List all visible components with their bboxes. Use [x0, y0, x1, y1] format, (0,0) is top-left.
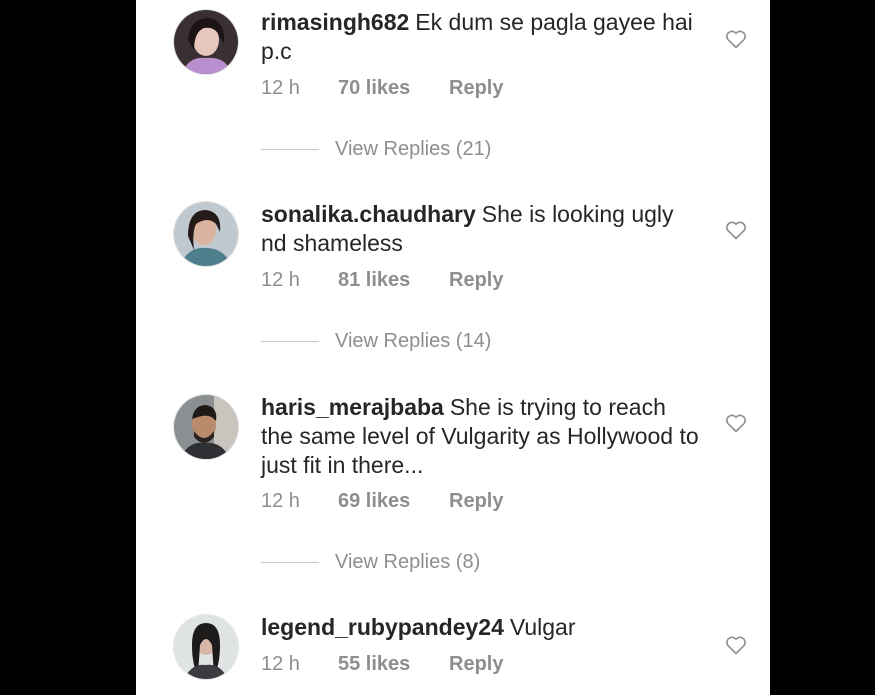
comment-meta: 12 h 81 likes Reply [261, 269, 503, 292]
heart-icon[interactable] [724, 633, 748, 657]
view-replies-button[interactable]: View Replies (21) [261, 138, 491, 161]
divider-line [261, 562, 319, 563]
comment-likes[interactable]: 70 likes [338, 77, 449, 100]
view-replies-label: View Replies (8) [335, 551, 481, 573]
comment-meta: 12 h 69 likes Reply [261, 490, 503, 513]
avatar[interactable] [174, 202, 238, 266]
reply-button[interactable]: Reply [449, 269, 503, 292]
view-replies-label: View Replies (21) [335, 138, 492, 160]
comment-username[interactable]: rimasingh682 [261, 9, 409, 35]
comment-body: Vulgar [509, 614, 576, 640]
comment-text: haris_merajbaba She is trying to reach th… [261, 393, 701, 480]
comment-likes[interactable]: 55 likes [338, 653, 449, 676]
comment-username[interactable]: legend_rubypandey24 [261, 614, 504, 640]
reply-button[interactable]: Reply [449, 653, 503, 676]
comment-time: 12 h [261, 269, 300, 291]
comment-time: 12 h [261, 77, 300, 99]
comments-panel: rimasingh682 Ek dum se pagla gayee hai p.… [136, 0, 770, 695]
comment-meta: 12 h 55 likes Reply [261, 653, 503, 676]
avatar[interactable] [174, 395, 238, 459]
view-replies-label: View Replies (14) [335, 330, 492, 352]
reply-button[interactable]: Reply [449, 77, 503, 100]
reply-button[interactable]: Reply [449, 490, 503, 513]
heart-icon[interactable] [724, 27, 748, 51]
comment-username[interactable]: haris_merajbaba [261, 394, 444, 420]
comment-text: sonalika.chaudhary She is looking ugly nd… [261, 200, 701, 258]
view-replies-button[interactable]: View Replies (8) [261, 551, 480, 574]
heart-icon[interactable] [724, 411, 748, 435]
comment-meta: 12 h 70 likes Reply [261, 77, 503, 100]
view-replies-button[interactable]: View Replies (14) [261, 330, 491, 353]
divider-line [261, 341, 319, 342]
avatar[interactable] [174, 615, 238, 679]
comment-time: 12 h [261, 490, 300, 512]
comment-time: 12 h [261, 653, 300, 675]
heart-icon[interactable] [724, 218, 748, 242]
comment-likes[interactable]: 81 likes [338, 269, 449, 292]
avatar[interactable] [174, 10, 238, 74]
comment-text: rimasingh682 Ek dum se pagla gayee hai p.… [261, 8, 701, 66]
comment-likes[interactable]: 69 likes [338, 490, 449, 513]
comment-username[interactable]: sonalika.chaudhary [261, 201, 476, 227]
divider-line [261, 149, 319, 150]
comment-text: legend_rubypandey24 Vulgar [261, 613, 701, 642]
